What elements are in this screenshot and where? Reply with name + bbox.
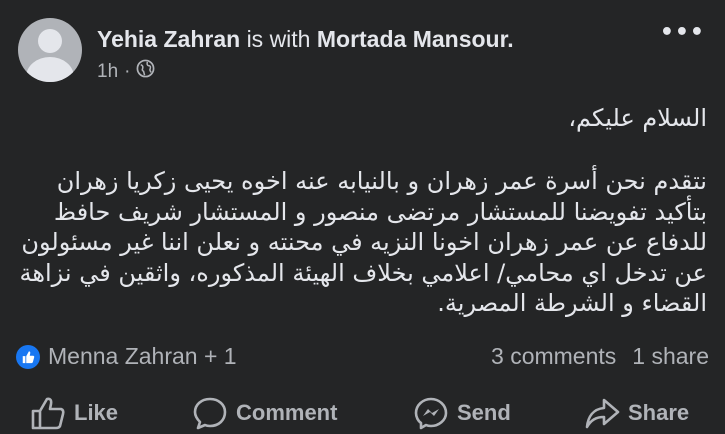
comment-label: Comment [236, 400, 338, 425]
share-button[interactable]: Share [584, 396, 689, 430]
globe-icon[interactable] [136, 59, 155, 84]
reactors-text[interactable]: Menna Zahran + 1 [48, 343, 237, 370]
meta-separator: · [124, 60, 131, 82]
avatar-head [38, 29, 62, 53]
comments-count[interactable]: 3 comments [491, 343, 616, 370]
post-time[interactable]: 1h [97, 61, 118, 83]
share-label: Share [628, 400, 690, 425]
comment-bubble-icon [192, 396, 228, 430]
like-button[interactable]: Like [30, 396, 118, 430]
reactions-summary[interactable]: Menna Zahran + 1 [16, 343, 237, 370]
like-reaction-icon [16, 344, 40, 369]
shares-count[interactable]: 1 share [632, 343, 709, 370]
thumbs-up-icon [30, 396, 66, 430]
share-arrow-icon [584, 396, 620, 430]
send-label: Send [457, 400, 511, 425]
like-label: Like [74, 400, 119, 425]
post-header: Yehia Zahran is with Mortada Mansour. [97, 26, 514, 53]
send-button[interactable]: Send [413, 396, 511, 430]
comment-button[interactable]: Comment [192, 396, 337, 430]
post-body: نتقدم نحن أسرة عمر زهران و بالنيابه عنه … [19, 167, 707, 317]
post-meta: 1h · [97, 59, 155, 84]
author-avatar[interactable] [18, 18, 82, 82]
messenger-icon [413, 396, 449, 430]
engagement-counts: 3 comments 1 share [491, 343, 709, 370]
author-name-link[interactable]: Yehia Zahran [97, 26, 240, 52]
with-text: is with [246, 26, 311, 52]
tagged-user-link[interactable]: Mortada Mansour. [317, 26, 514, 52]
avatar-shoulders [26, 57, 74, 82]
post-greeting: السلام عليكم، [568, 104, 707, 132]
action-bar: Like Comment Send Share [0, 396, 725, 434]
more-options-button[interactable]: ••• [660, 20, 705, 45]
